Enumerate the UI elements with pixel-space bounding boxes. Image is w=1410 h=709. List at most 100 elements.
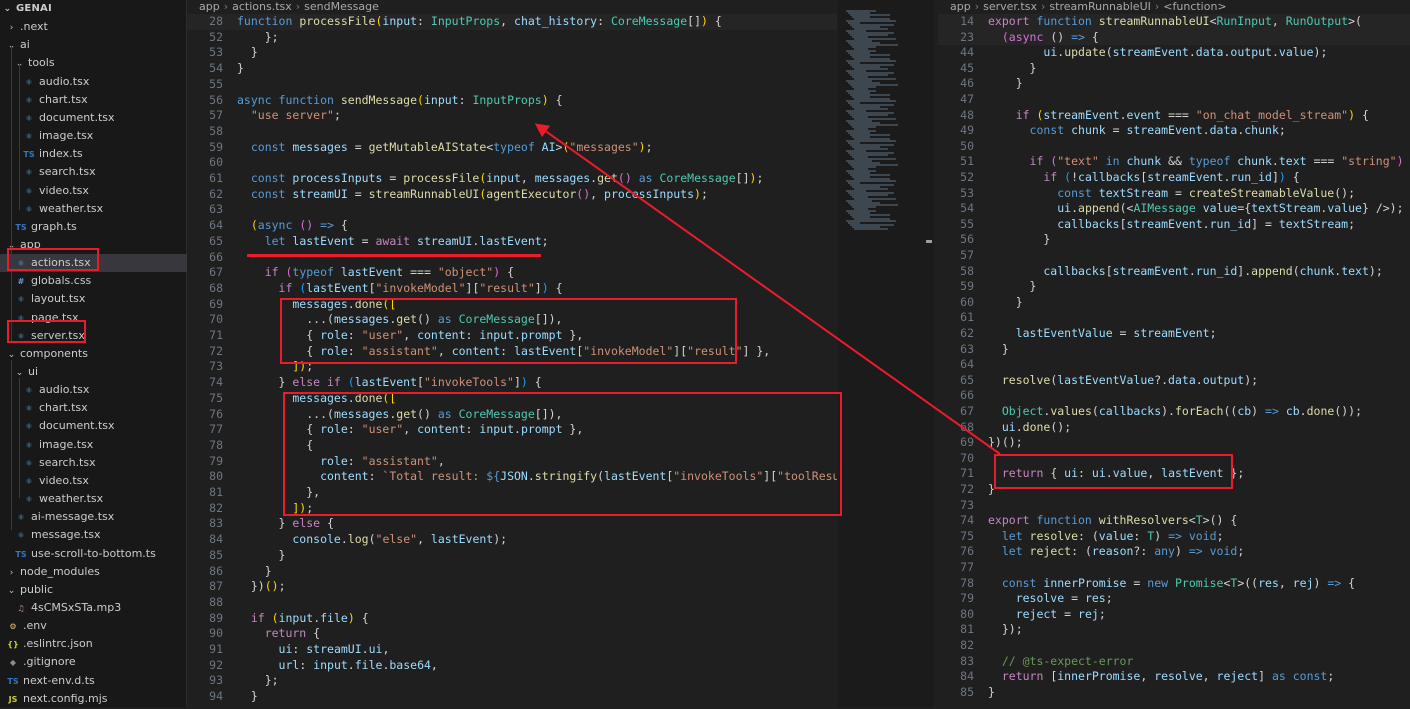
explorer-file[interactable]: ⚛ chart.tsx xyxy=(0,399,208,417)
code-line[interactable]: 59 const messages = getMutableAIState<ty… xyxy=(187,140,837,156)
code-line[interactable]: 67 Object.values(callbacks).forEach((cb)… xyxy=(938,404,1410,420)
code-line[interactable]: 77 xyxy=(938,560,1410,576)
code-line[interactable]: 58 callbacks[streamEvent.run_id].append(… xyxy=(938,264,1410,280)
code-line[interactable]: 69 messages.done([ xyxy=(187,297,837,313)
explorer-file[interactable]: ⚛ audio.tsx xyxy=(0,381,208,399)
sash-handle[interactable] xyxy=(926,240,932,243)
code-line[interactable]: 61 xyxy=(938,310,1410,326)
code-line[interactable]: 55 xyxy=(187,77,837,93)
code-line[interactable]: 76 let reject: (reason?: any) => void; xyxy=(938,544,1410,560)
explorer-file[interactable]: ⚙ .env xyxy=(0,617,192,635)
code-line[interactable]: 84 return [innerPromise, resolve, reject… xyxy=(938,669,1410,685)
explorer-file[interactable]: ⚛ chart.tsx xyxy=(0,91,208,109)
code-line[interactable]: 76 ...(messages.get() as CoreMessage[]), xyxy=(187,407,837,423)
explorer-file[interactable]: TS next-env.d.ts xyxy=(0,672,192,690)
explorer-file[interactable]: ⚛ layout.tsx xyxy=(0,290,200,308)
code-line[interactable]: 93 }; xyxy=(187,673,837,689)
code-line[interactable]: 70 xyxy=(938,451,1410,467)
code-line[interactable]: 87 })(); xyxy=(187,579,837,595)
code-line[interactable]: 64 (async () => { xyxy=(187,218,837,234)
explorer-folder[interactable]: ⌄tools xyxy=(0,54,200,72)
code-line[interactable]: 53 const textStream = createStreamableVa… xyxy=(938,186,1410,202)
explorer-file[interactable]: ⚛ actions.tsx xyxy=(0,254,200,273)
explorer-file[interactable]: JS next.config.mjs xyxy=(0,690,192,708)
code-line[interactable]: 51 if ("text" in chunk && typeof chunk.t… xyxy=(938,154,1410,170)
code-line[interactable]: 62 const streamUI = streamRunnableUI(age… xyxy=(187,187,837,203)
breadcrumb-item[interactable]: sendMessage xyxy=(304,0,379,13)
code-line[interactable]: 74 export function withResolvers<T>() { xyxy=(938,513,1410,529)
code-line[interactable]: 66 xyxy=(938,388,1410,404)
explorer-file[interactable]: TS graph.ts xyxy=(0,218,200,236)
code-line[interactable]: 80 reject = rej; xyxy=(938,607,1410,623)
code-line[interactable]: 71 return { ui: ui.value, lastEvent }; xyxy=(938,466,1410,482)
explorer-folder[interactable]: ⌄ components xyxy=(0,345,192,363)
minimap[interactable] xyxy=(838,0,934,707)
code-line[interactable]: 60 xyxy=(187,155,837,171)
explorer-folder[interactable]: ⌄app xyxy=(0,236,192,254)
code-line[interactable]: 64 xyxy=(938,357,1410,373)
explorer-file[interactable]: {} .eslintrc.json xyxy=(0,635,192,653)
code-line[interactable]: 65 resolve(lastEventValue?.data.output); xyxy=(938,373,1410,389)
explorer-file[interactable]: ⚛ video.tsx xyxy=(0,182,208,200)
code-line[interactable]: 70 ...(messages.get() as CoreMessage[]), xyxy=(187,312,837,328)
code-line[interactable]: 62 lastEventValue = streamEvent; xyxy=(938,326,1410,342)
explorer-file[interactable]: ⚛ audio.tsx xyxy=(0,73,208,91)
code-line[interactable]: 14 export function streamRunnableUI<RunIn… xyxy=(938,14,1410,30)
explorer-file[interactable]: ⚛ weather.tsx xyxy=(0,200,208,218)
code-line[interactable]: 50 xyxy=(938,139,1410,155)
explorer-folder[interactable]: › .next xyxy=(0,18,192,36)
code-line[interactable]: 28 function processFile(input: InputProps… xyxy=(187,14,837,30)
code-line[interactable]: 61 const processInputs = processFile(inp… xyxy=(187,171,837,187)
code-line[interactable]: 68 if (lastEvent["invokeModel"]["result"… xyxy=(187,281,837,297)
code-line[interactable]: 66 xyxy=(187,250,837,266)
code-line[interactable]: 52 }; xyxy=(187,30,837,46)
code-line[interactable]: 82 xyxy=(938,638,1410,654)
code-line[interactable]: 57 "use server"; xyxy=(187,108,837,124)
code-line[interactable]: 94 } xyxy=(187,689,837,705)
code-line[interactable]: 81 }); xyxy=(938,622,1410,638)
code-line[interactable]: 81 }, xyxy=(187,485,837,501)
code-line[interactable]: 72} xyxy=(938,482,1410,498)
breadcrumb-item[interactable]: actions.tsx xyxy=(232,0,292,13)
code-line[interactable]: 73 ]); xyxy=(187,359,837,375)
code-line[interactable]: 83 // @ts-expect-error xyxy=(938,654,1410,670)
code-line[interactable]: 49 const chunk = streamEvent.data.chunk; xyxy=(938,123,1410,139)
breadcrumb-item[interactable]: server.tsx xyxy=(983,0,1037,13)
code-line[interactable]: 78 const innerPromise = new Promise<T>((… xyxy=(938,576,1410,592)
code-line[interactable]: 59 } xyxy=(938,279,1410,295)
breadcrumb-item[interactable]: app xyxy=(950,0,971,13)
code-line[interactable]: 56 async function sendMessage(input: Inpu… xyxy=(187,93,837,109)
explorer-file[interactable]: ⚛ weather.tsx xyxy=(0,490,208,508)
code-line[interactable]: 82 ]); xyxy=(187,501,837,517)
code-line[interactable]: 84 console.log("else", lastEvent); xyxy=(187,532,837,548)
explorer-folder[interactable]: ⌄ public xyxy=(0,581,192,599)
explorer-root[interactable]: ⌄ GENAI xyxy=(0,0,188,18)
explorer-file[interactable]: TS use-scroll-to-bottom.ts xyxy=(0,545,200,563)
code-line[interactable]: 55 callbacks[streamEvent.run_id] = textS… xyxy=(938,217,1410,233)
explorer-file[interactable]: ⚛ document.tsx xyxy=(0,417,208,435)
explorer-file[interactable]: ⚛ search.tsx xyxy=(0,454,208,472)
code-line[interactable]: 48 if (streamEvent.event === "on_chat_mo… xyxy=(938,108,1410,124)
code-line[interactable]: 54 ui.append(<AIMessage value={textStrea… xyxy=(938,201,1410,217)
explorer-folder[interactable]: › node_modules xyxy=(0,563,192,581)
code-line[interactable]: 89 if (input.file) { xyxy=(187,611,837,627)
code-line[interactable]: 63 xyxy=(187,202,837,218)
code-line[interactable]: 53 } xyxy=(187,45,837,61)
code-line[interactable]: 85} xyxy=(938,685,1410,701)
explorer-file[interactable]: ⚛ video.tsx xyxy=(0,472,208,490)
explorer-file[interactable]: TS index.ts xyxy=(0,145,208,163)
code-line[interactable]: 56 } xyxy=(938,232,1410,248)
breadcrumb-item[interactable]: streamRunnableUI xyxy=(1049,0,1150,13)
code-line[interactable]: 90 return { xyxy=(187,626,837,642)
code-line[interactable]: 23 (async () => { xyxy=(938,29,1410,46)
explorer-file[interactable]: ♫ 4sCMSxSTa.mp3 xyxy=(0,599,200,617)
code-line[interactable]: 73 xyxy=(938,498,1410,514)
code-line[interactable]: 79 role: "assistant", xyxy=(187,454,837,470)
code-line[interactable]: 63 } xyxy=(938,342,1410,358)
code-line[interactable]: 54} xyxy=(187,61,837,77)
code-line[interactable]: 91 ui: streamUI.ui, xyxy=(187,642,837,658)
code-line[interactable]: 74 } else if (lastEvent["invokeTools"]) … xyxy=(187,375,837,391)
code-line[interactable]: 65 let lastEvent = await streamUI.lastEv… xyxy=(187,234,837,250)
code-line[interactable]: 79 resolve = res; xyxy=(938,591,1410,607)
code-line[interactable]: 85 } xyxy=(187,548,837,564)
